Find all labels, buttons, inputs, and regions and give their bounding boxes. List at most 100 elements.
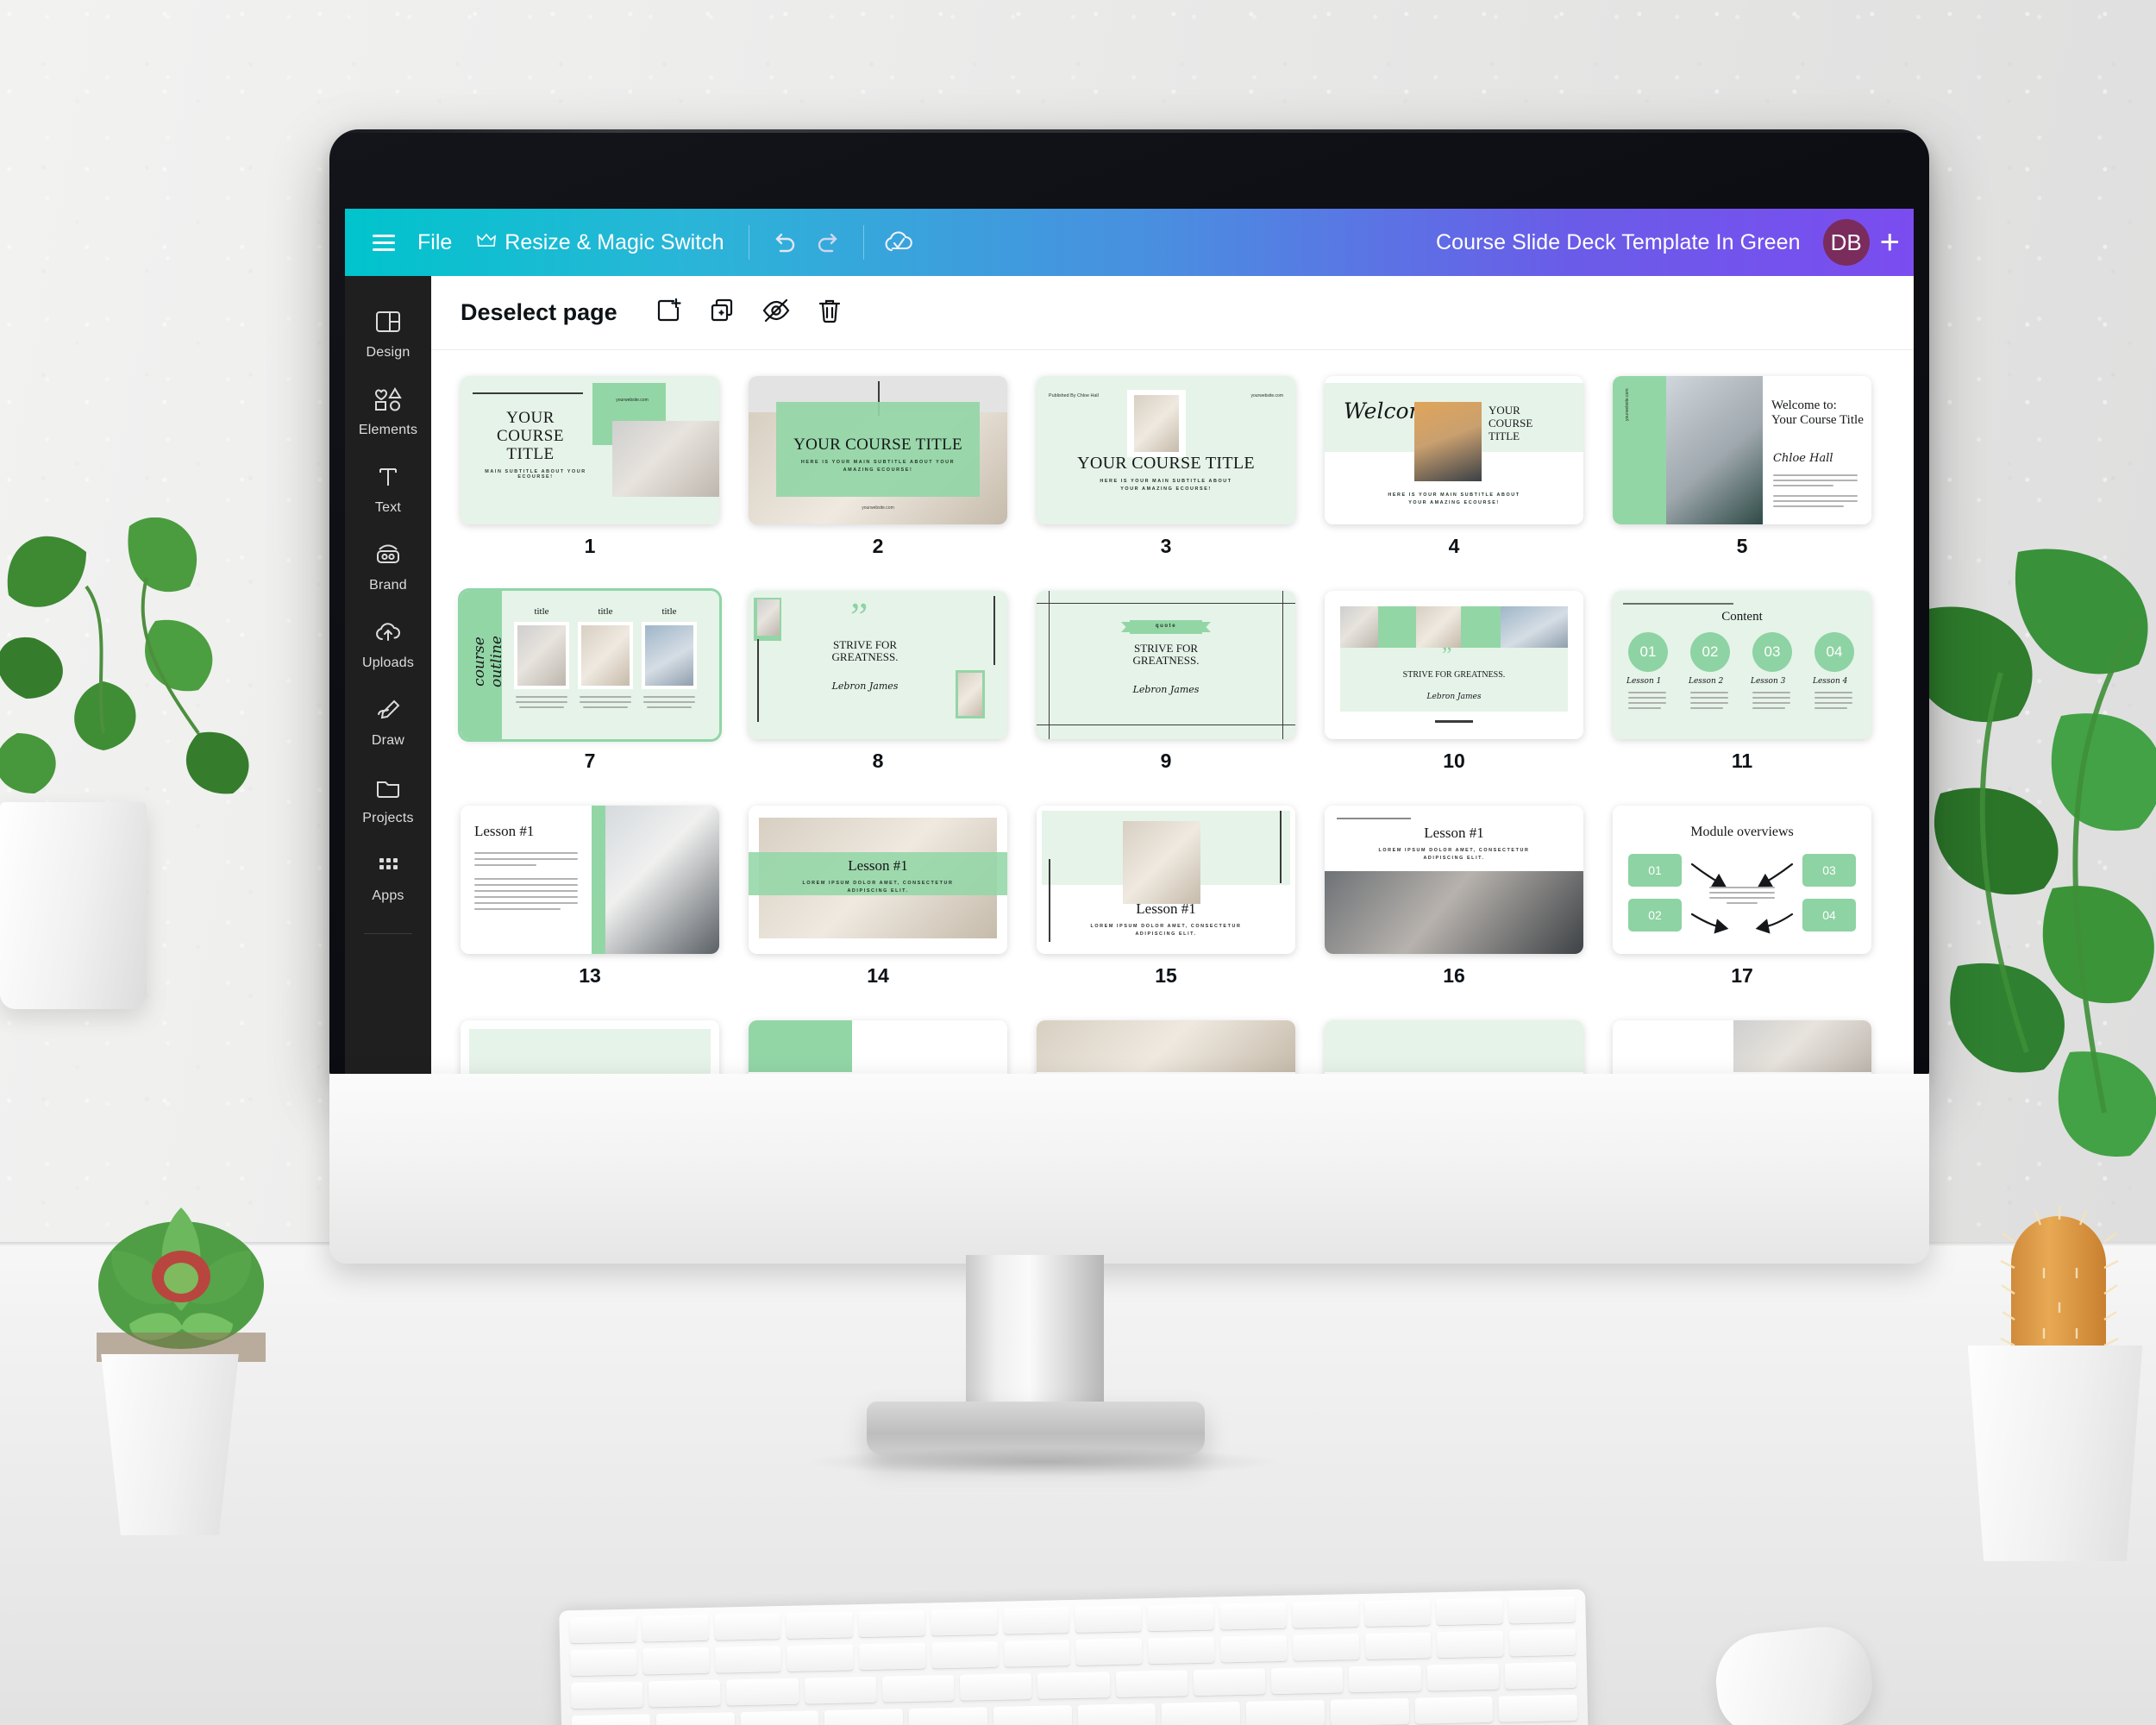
- monitor-screen: File Resize & Magic Switch Course Slide …: [345, 209, 1914, 1149]
- page-cell[interactable]: Lesson #1 LOREM IPSUM DOLOR AMET, CONSEC…: [1037, 806, 1295, 988]
- page-cell[interactable]: ” STRIVE FOR GREATNESS. Lebron James 8: [749, 591, 1007, 773]
- page-number: 1: [584, 535, 596, 557]
- add-page-icon[interactable]: [654, 296, 683, 329]
- top-toolbar: File Resize & Magic Switch Course Slide …: [345, 209, 1914, 276]
- keyboard[interactable]: [559, 1589, 1589, 1725]
- page-cell[interactable]: Lesson #1 LOREM IPSUM DOLOR AMET, CONSEC…: [1325, 806, 1583, 988]
- sidebar-item-label: Brand: [369, 578, 407, 593]
- page-thumbnail-11[interactable]: Content 01 Lesson 1 02 Lesson 2 03 Lesso…: [1613, 591, 1871, 739]
- left-sidebar: Design Elements Text Brand Uploads Draw …: [345, 276, 431, 1149]
- page-number: 13: [579, 964, 601, 987]
- hide-page-eye-slash-icon[interactable]: [761, 296, 792, 329]
- page-cell[interactable]: Lesson #1 LOREM IPSUM DOLOR AMET, CONSEC…: [749, 806, 1007, 988]
- cactus-plant: [1932, 1182, 2156, 1561]
- page-thumbnail-9[interactable]: quote STRIVE FOR GREATNESS. Lebron James: [1037, 591, 1295, 739]
- page-thumbnail-8[interactable]: ” STRIVE FOR GREATNESS. Lebron James: [749, 591, 1007, 739]
- add-collaborator-button[interactable]: +: [1880, 225, 1900, 260]
- content-lesson: Lesson 1: [1626, 677, 1662, 686]
- ivy-pot: [0, 802, 147, 1009]
- toolbar-divider-2: [862, 225, 864, 260]
- deselect-page-button[interactable]: Deselect page: [461, 299, 617, 326]
- page-cell[interactable]: quote STRIVE FOR GREATNESS. Lebron James…: [1037, 591, 1295, 773]
- page-thumbnail-14[interactable]: Lesson #1 LOREM IPSUM DOLOR AMET, CONSEC…: [749, 806, 1007, 954]
- pages-grid-scroll[interactable]: YOUR COURSE TITLE MAIN SUBTITLE ABOUT YO…: [431, 350, 1914, 1095]
- page-toolbar: Deselect page: [431, 276, 1914, 350]
- sidebar-item-projects[interactable]: Projects: [345, 761, 431, 838]
- design-panel-icon: [373, 309, 403, 339]
- page-thumbnail-5[interactable]: yourwebsite.com Welcome to: Your Course …: [1613, 376, 1871, 524]
- page-cell[interactable]: Content 01 Lesson 1 02 Lesson 2 03 Lesso…: [1613, 591, 1871, 773]
- page-number: 11: [1731, 750, 1753, 772]
- file-menu-label: File: [417, 229, 453, 254]
- page-thumbnail-16[interactable]: Lesson #1 LOREM IPSUM DOLOR AMET, CONSEC…: [1325, 806, 1583, 954]
- content-number: 02: [1690, 632, 1730, 672]
- resize-label: Resize & Magic Switch: [505, 229, 724, 254]
- page-cell[interactable]: YOUR COURSE TITLE MAIN SUBTITLE ABOUT YO…: [461, 376, 719, 558]
- avatar[interactable]: DB: [1822, 219, 1870, 266]
- succulent-plant: [34, 1156, 328, 1535]
- cloud-saved-icon[interactable]: [876, 220, 921, 265]
- slide-subtitle: LOREM IPSUM DOLOR AMET, CONSECTETUR ADIP…: [802, 881, 954, 894]
- resize-magic-switch-button[interactable]: Resize & Magic Switch: [464, 223, 736, 262]
- succulent-pot: [101, 1354, 239, 1535]
- slide-website: yourwebsite.com: [862, 505, 894, 511]
- sidebar-item-label: Apps: [372, 888, 404, 903]
- file-menu-button[interactable]: File: [405, 223, 464, 262]
- slide-title: YOUR COURSE TITLE: [497, 409, 564, 463]
- duplicate-page-icon[interactable]: [707, 296, 736, 329]
- page-number: 17: [1731, 964, 1753, 987]
- shapes-icon: [373, 386, 404, 417]
- slide-title: Lesson #1: [1424, 825, 1484, 841]
- page-thumbnail-15[interactable]: Lesson #1 LOREM IPSUM DOLOR AMET, CONSEC…: [1037, 806, 1295, 954]
- sidebar-item-brand[interactable]: Brand: [345, 528, 431, 605]
- page-cell[interactable]: course outline title title title 7: [461, 591, 719, 773]
- page-thumbnail-17[interactable]: Module overviews 01 02 03 04: [1613, 806, 1871, 954]
- sidebar-item-elements[interactable]: Elements: [345, 373, 431, 450]
- page-number: 14: [867, 964, 889, 987]
- page-cell[interactable]: Lesson #1 13: [461, 806, 719, 988]
- hamburger-menu-icon[interactable]: [362, 226, 405, 260]
- slide-signature: Chloe Hall: [1773, 452, 1833, 465]
- monitor-neck: [966, 1255, 1104, 1419]
- page-thumbnail-7[interactable]: course outline title title title: [461, 591, 719, 739]
- page-cell[interactable]: Welcome YOUR COURSE TITLE HERE IS YOUR M…: [1325, 376, 1583, 558]
- page-number: 5: [1736, 535, 1748, 557]
- sidebar-item-text[interactable]: Text: [345, 450, 431, 528]
- design-title[interactable]: Course Slide Deck Template In Green: [1436, 230, 1801, 255]
- slide-title: Lesson #1: [474, 823, 535, 839]
- page-thumbnail-13[interactable]: Lesson #1: [461, 806, 719, 954]
- sidebar-item-label: Uploads: [361, 656, 415, 670]
- page-cell[interactable]: yourwebsite.com Welcome to: Your Course …: [1613, 376, 1871, 558]
- page-thumbnail-1[interactable]: YOUR COURSE TITLE MAIN SUBTITLE ABOUT YO…: [461, 376, 719, 524]
- slide-subtitle: LOREM IPSUM DOLOR AMET, CONSECTETUR ADIP…: [1090, 924, 1242, 937]
- desk-scene: File Resize & Magic Switch Course Slide …: [0, 0, 2156, 1725]
- slide-subtitle: MAIN SUBTITLE ABOUT YOUR ECOURSE!: [485, 469, 586, 480]
- page-cell[interactable]: YOUR COURSE TITLE HERE IS YOUR MAIN SUBT…: [749, 376, 1007, 558]
- canva-editor-app: File Resize & Magic Switch Course Slide …: [345, 209, 1914, 1149]
- slide-website: yourwebsite.com: [1250, 393, 1283, 398]
- page-number: 3: [1160, 535, 1172, 557]
- slide-quote: STRIVE FOR GREATNESS.: [831, 638, 899, 663]
- page-thumbnail-2[interactable]: YOUR COURSE TITLE HERE IS YOUR MAIN SUBT…: [749, 376, 1007, 524]
- content-number: 04: [1814, 632, 1854, 672]
- sidebar-item-apps[interactable]: Apps: [345, 838, 431, 916]
- page-cell[interactable]: Published By Chloe Hall yourwebsite.com …: [1037, 376, 1295, 558]
- column-title: title: [661, 606, 677, 617]
- page-cell[interactable]: ” STRIVE FOR GREATNESS. Lebron James 10: [1325, 591, 1583, 773]
- content-number: 01: [1628, 632, 1668, 672]
- page-thumbnail-4[interactable]: Welcome YOUR COURSE TITLE HERE IS YOUR M…: [1325, 376, 1583, 524]
- sidebar-item-uploads[interactable]: Uploads: [345, 605, 431, 683]
- slide-author: Lebron James: [1132, 684, 1200, 695]
- page-cell[interactable]: Module overviews 01 02 03 04 17: [1613, 806, 1871, 988]
- slide-heading: Content: [1721, 610, 1763, 624]
- delete-trash-icon[interactable]: [816, 296, 843, 329]
- ribbon-label: quote: [1155, 624, 1177, 629]
- sidebar-item-design[interactable]: Design: [345, 295, 431, 373]
- page-thumbnail-10[interactable]: ” STRIVE FOR GREATNESS. Lebron James: [1325, 591, 1583, 739]
- page-thumbnail-3[interactable]: Published By Chloe Hall yourwebsite.com …: [1037, 376, 1295, 524]
- redo-icon[interactable]: [806, 220, 851, 265]
- column-title: title: [598, 606, 613, 617]
- slide-website: yourwebsite.com: [1625, 388, 1630, 421]
- sidebar-item-draw[interactable]: Draw: [345, 683, 431, 761]
- undo-icon[interactable]: [761, 220, 806, 265]
